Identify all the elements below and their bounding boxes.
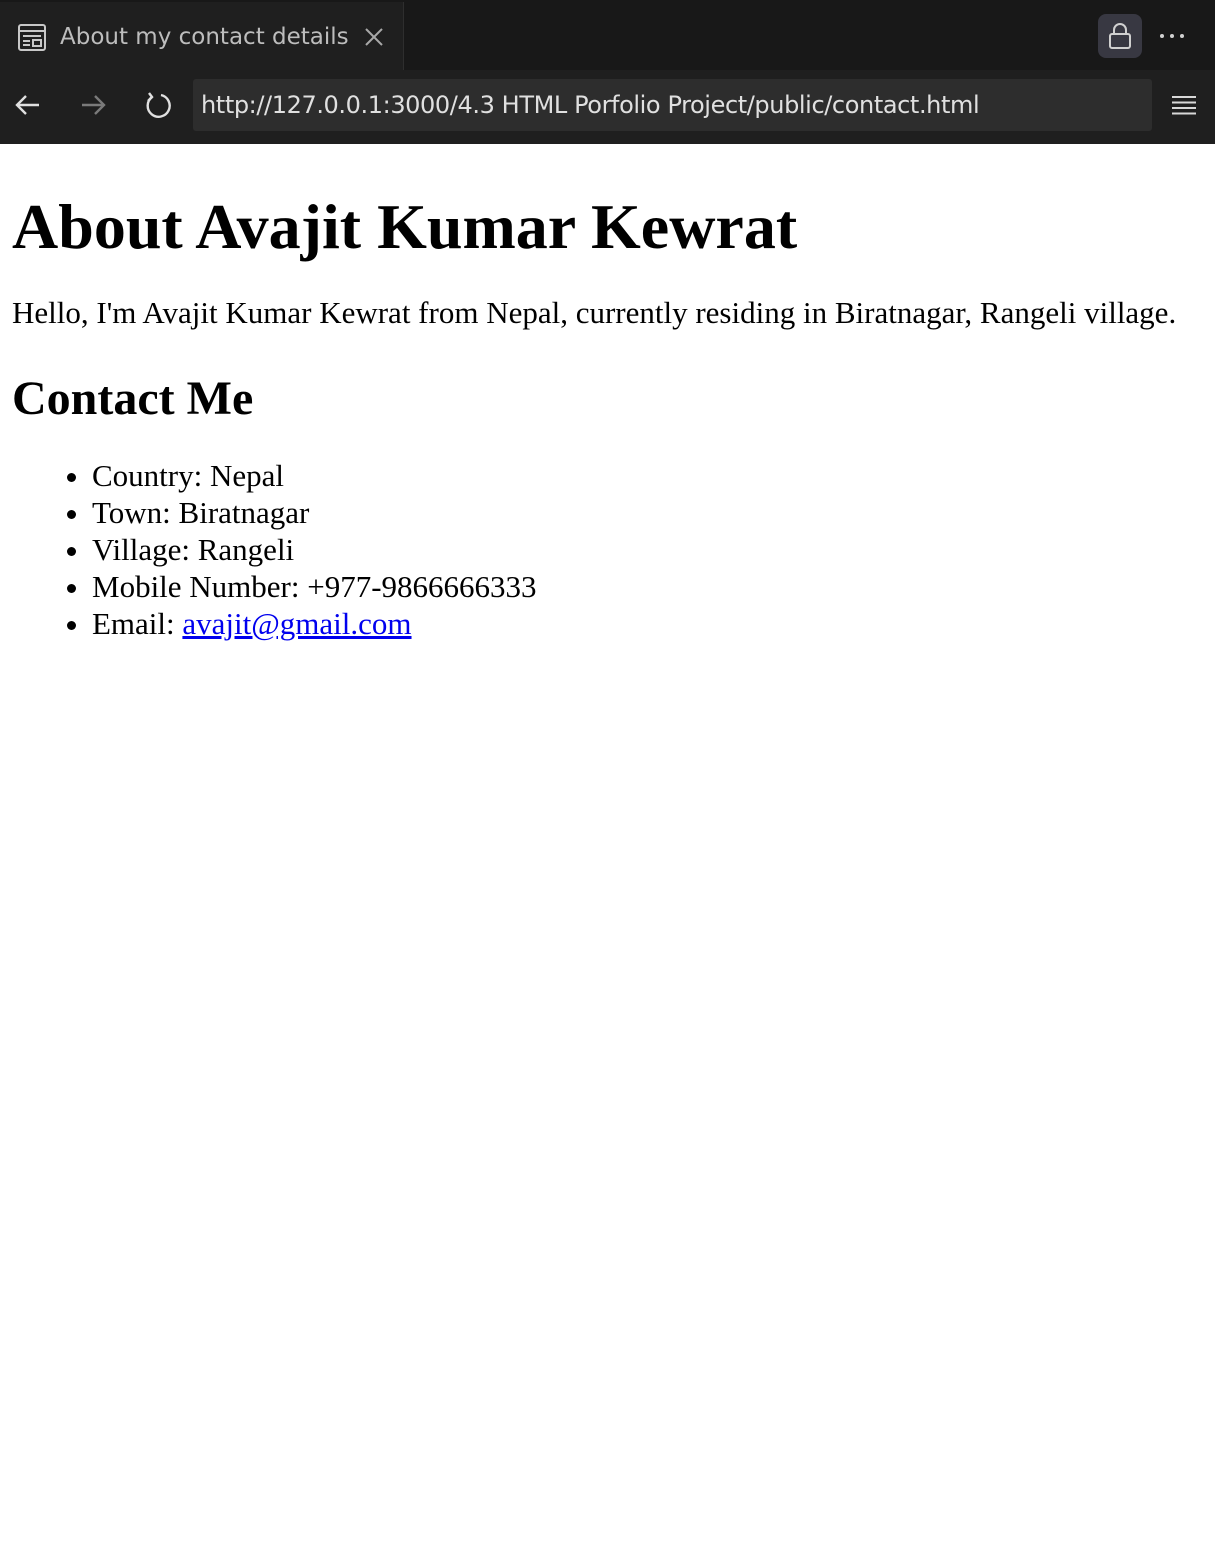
contact-label: Country: (92, 458, 210, 493)
reader-view-icon (17, 23, 47, 53)
tab-title: About my contact details (60, 24, 349, 50)
intro-paragraph: Hello, I'm Avajit Kumar Kewrat from Nepa… (12, 295, 1177, 330)
page-title: About Avajit Kumar Kewrat (12, 191, 798, 262)
contact-item-village: Village: Rangeli (92, 531, 1203, 568)
navigation-bar: http://127.0.0.1:3000/4.3 HTML Porfolio … (0, 70, 1215, 144)
contact-label: Mobile Number: (92, 569, 308, 604)
page-content: About Avajit Kumar Kewrat Hello, I'm Ava… (0, 144, 1215, 642)
email-link[interactable]: avajit@gmail.com (182, 606, 411, 641)
contact-label: Village: (92, 532, 198, 567)
contact-label: Town: (92, 495, 179, 530)
contact-value: Nepal (209, 458, 285, 493)
contact-item-country: Country: Nepal (92, 457, 1203, 494)
lock-icon (1109, 23, 1131, 49)
contact-label: Email: (92, 606, 183, 641)
lock-button[interactable] (1098, 14, 1142, 58)
contact-item-email: Email: avajit@gmail.com (92, 605, 1203, 642)
reload-icon (146, 92, 171, 118)
browser-chrome: About my contact details http://127.0.0.… (0, 0, 1215, 144)
forward-arrow-icon (82, 95, 106, 115)
reload-button[interactable] (141, 88, 175, 122)
contact-value: +977-9866666333 (307, 569, 537, 604)
contact-value: Biratnagar (178, 495, 310, 530)
back-arrow-icon (15, 95, 39, 115)
contact-value: Rangeli (197, 532, 295, 567)
back-button[interactable] (11, 88, 45, 122)
contact-item-town: Town: Biratnagar (92, 494, 1203, 531)
tab-bar: About my contact details (0, 0, 1215, 70)
more-icon (1160, 34, 1184, 38)
tab-active[interactable]: About my contact details (0, 2, 404, 70)
contact-list: Country: Nepal Town: Biratnagar Village:… (12, 457, 1203, 642)
more-button[interactable] (1154, 22, 1190, 50)
menu-button[interactable] (1168, 90, 1200, 122)
contact-item-mobile: Mobile Number: +977-9866666333 (92, 568, 1203, 605)
address-bar[interactable]: http://127.0.0.1:3000/4.3 HTML Porfolio … (193, 79, 1152, 131)
hamburger-menu-icon (1172, 96, 1196, 115)
contact-heading: Contact Me (12, 372, 254, 425)
forward-button[interactable] (76, 88, 110, 122)
url-text: http://127.0.0.1:3000/4.3 HTML Porfolio … (201, 91, 980, 119)
close-icon[interactable] (361, 24, 387, 50)
